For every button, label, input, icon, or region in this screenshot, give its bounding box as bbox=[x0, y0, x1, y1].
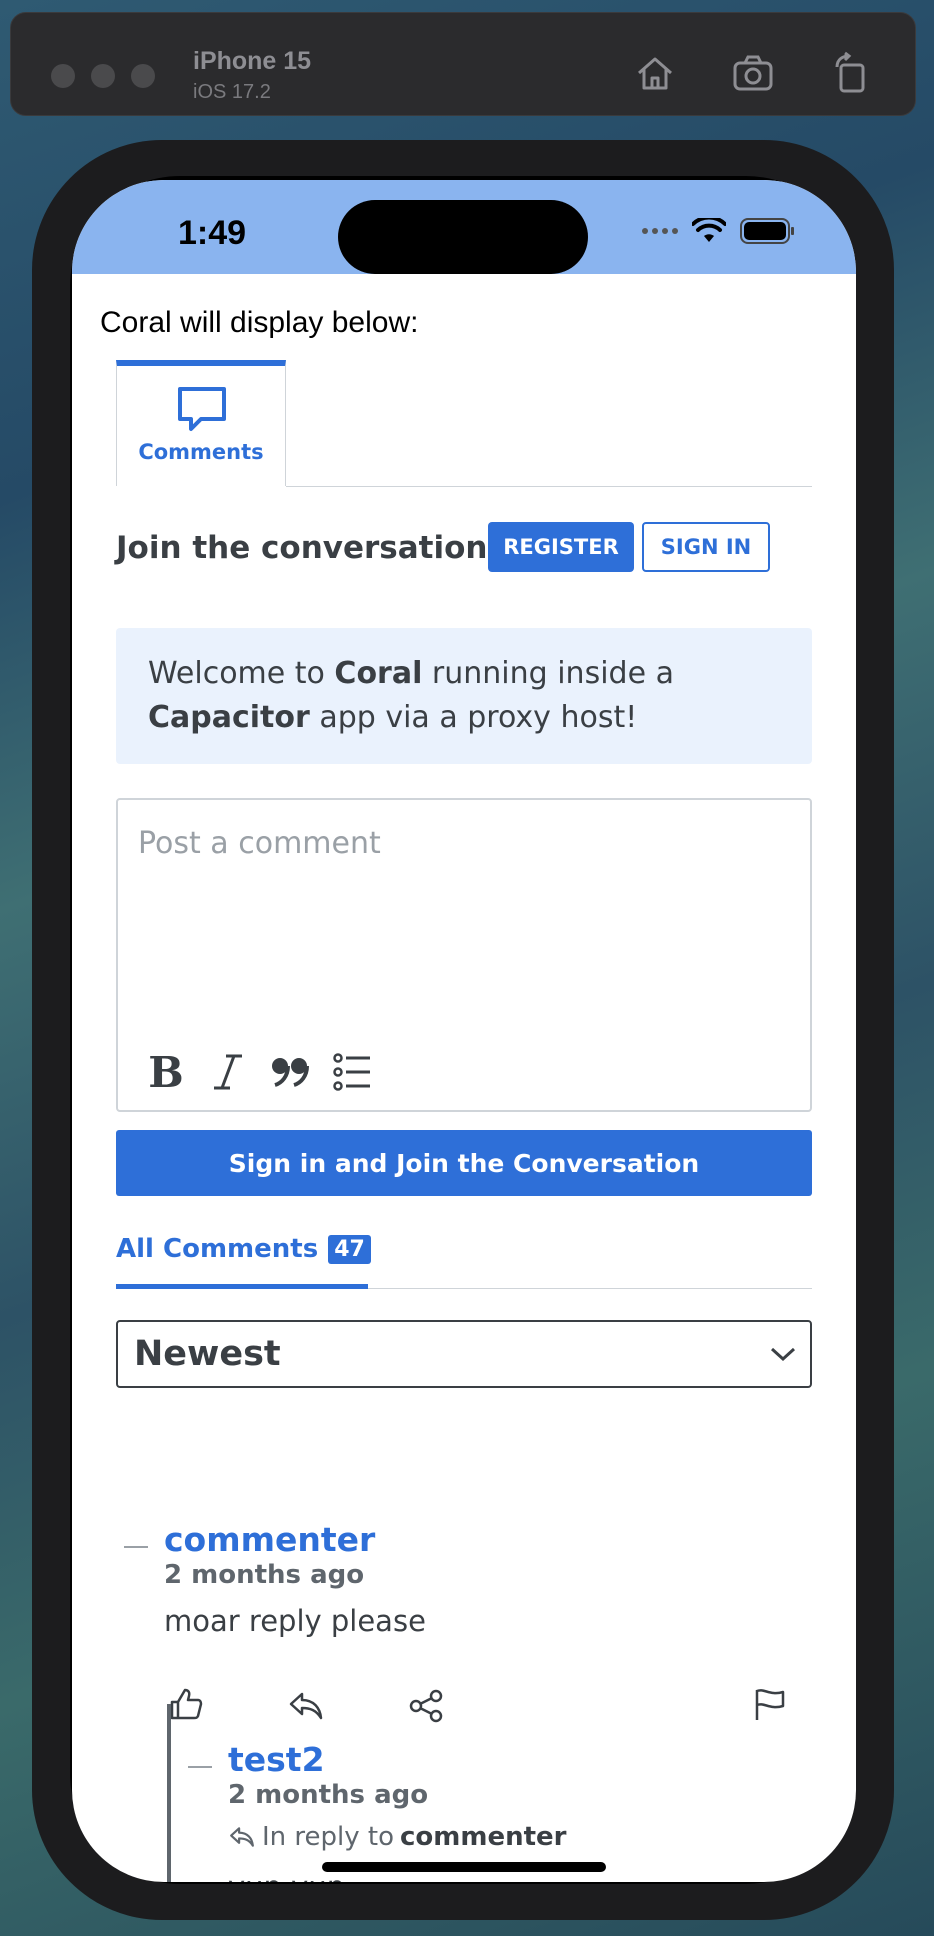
quote-button[interactable] bbox=[270, 1050, 310, 1094]
wifi-icon bbox=[692, 218, 726, 242]
welcome-capacitor: Capacitor bbox=[148, 700, 310, 735]
home-icon bbox=[638, 57, 672, 90]
comment-body: moar reply please bbox=[164, 1604, 426, 1638]
window-minimize-button[interactable] bbox=[91, 64, 115, 88]
os-version: iOS 17.2 bbox=[193, 81, 271, 103]
sort-select[interactable]: Newest bbox=[116, 1320, 812, 1388]
collapse-reply-button[interactable] bbox=[188, 1766, 212, 1768]
bullet-list-icon bbox=[333, 1053, 370, 1091]
quote-icon bbox=[272, 1058, 309, 1087]
welcome-coral: Coral bbox=[334, 656, 423, 691]
reply-icon[interactable] bbox=[288, 1688, 324, 1724]
welcome-text: Welcome to bbox=[148, 656, 335, 691]
comment-timestamp[interactable]: 2 months ago bbox=[164, 1560, 364, 1590]
intro-text: Coral will display below: bbox=[100, 306, 419, 339]
composer-toolbar: B bbox=[146, 1048, 372, 1097]
sort-value: Newest bbox=[134, 1334, 281, 1374]
tab-comments[interactable]: Comments bbox=[116, 360, 286, 486]
tab-comments-label: Comments bbox=[138, 440, 264, 464]
reply-username[interactable]: test2 bbox=[228, 1740, 325, 1779]
reply-timestamp[interactable]: 2 months ago bbox=[228, 1780, 428, 1810]
signal-dots-icon bbox=[642, 228, 678, 234]
device-name: iPhone 15 bbox=[193, 47, 312, 75]
dynamic-island bbox=[338, 200, 588, 274]
in-reply-prefix: In reply to bbox=[262, 1822, 395, 1852]
comment-composer[interactable]: Post a comment B bbox=[116, 798, 812, 1112]
window-zoom-button[interactable] bbox=[131, 64, 155, 88]
chevron-down-icon bbox=[770, 1347, 796, 1362]
tab-divider bbox=[286, 486, 812, 487]
welcome-text-3: app via a proxy host! bbox=[309, 700, 638, 735]
join-title: Join the conversation bbox=[116, 530, 488, 566]
battery-icon bbox=[740, 218, 794, 244]
collapse-comment-button[interactable] bbox=[124, 1546, 148, 1548]
camera-icon bbox=[733, 55, 773, 91]
flag-icon[interactable] bbox=[752, 1686, 788, 1722]
bold-button[interactable]: B bbox=[146, 1048, 186, 1097]
thumbs-up-icon[interactable] bbox=[168, 1686, 204, 1722]
bullet-list-button[interactable] bbox=[332, 1050, 372, 1094]
status-icons bbox=[642, 218, 796, 244]
italic-button[interactable] bbox=[208, 1050, 248, 1094]
status-time: 1:49 bbox=[178, 214, 247, 252]
share-icon[interactable] bbox=[408, 1688, 444, 1724]
screenshot-button[interactable] bbox=[731, 51, 775, 95]
rotate-icon bbox=[835, 51, 865, 93]
all-comments-label: All Comments bbox=[116, 1234, 319, 1264]
home-indicator[interactable] bbox=[322, 1862, 606, 1872]
welcome-message: Welcome to Coral running inside a Capaci… bbox=[116, 628, 812, 764]
register-button[interactable]: REGISTER bbox=[488, 522, 634, 572]
in-reply-username: commenter bbox=[400, 1822, 567, 1852]
welcome-text-2: running inside a bbox=[422, 656, 674, 691]
italic-icon bbox=[214, 1054, 242, 1090]
reply-small-icon bbox=[230, 1827, 254, 1847]
sign-in-join-button[interactable]: Sign in and Join the Conversation bbox=[116, 1130, 812, 1196]
active-tab-underline bbox=[116, 1284, 368, 1289]
speech-bubble-icon bbox=[178, 387, 226, 431]
rotate-button[interactable] bbox=[829, 51, 873, 95]
window-close-button[interactable] bbox=[51, 64, 75, 88]
home-button[interactable] bbox=[633, 51, 677, 95]
composer-placeholder: Post a comment bbox=[138, 826, 381, 861]
comment-username[interactable]: commenter bbox=[164, 1520, 375, 1559]
tab-all-comments[interactable]: All Comments 47 bbox=[116, 1234, 371, 1264]
comment-count-badge: 47 bbox=[328, 1234, 371, 1264]
in-reply-to[interactable]: In reply to commenter bbox=[228, 1822, 567, 1852]
reply-thread-line bbox=[167, 1704, 171, 1882]
sign-in-button[interactable]: SIGN IN bbox=[642, 522, 770, 572]
status-bar: 1:49 bbox=[72, 180, 856, 274]
phone-screen: 1:49 Coral will display below: Comments bbox=[72, 180, 856, 1882]
simulator-toolbar: iPhone 15 iOS 17.2 bbox=[10, 12, 916, 116]
